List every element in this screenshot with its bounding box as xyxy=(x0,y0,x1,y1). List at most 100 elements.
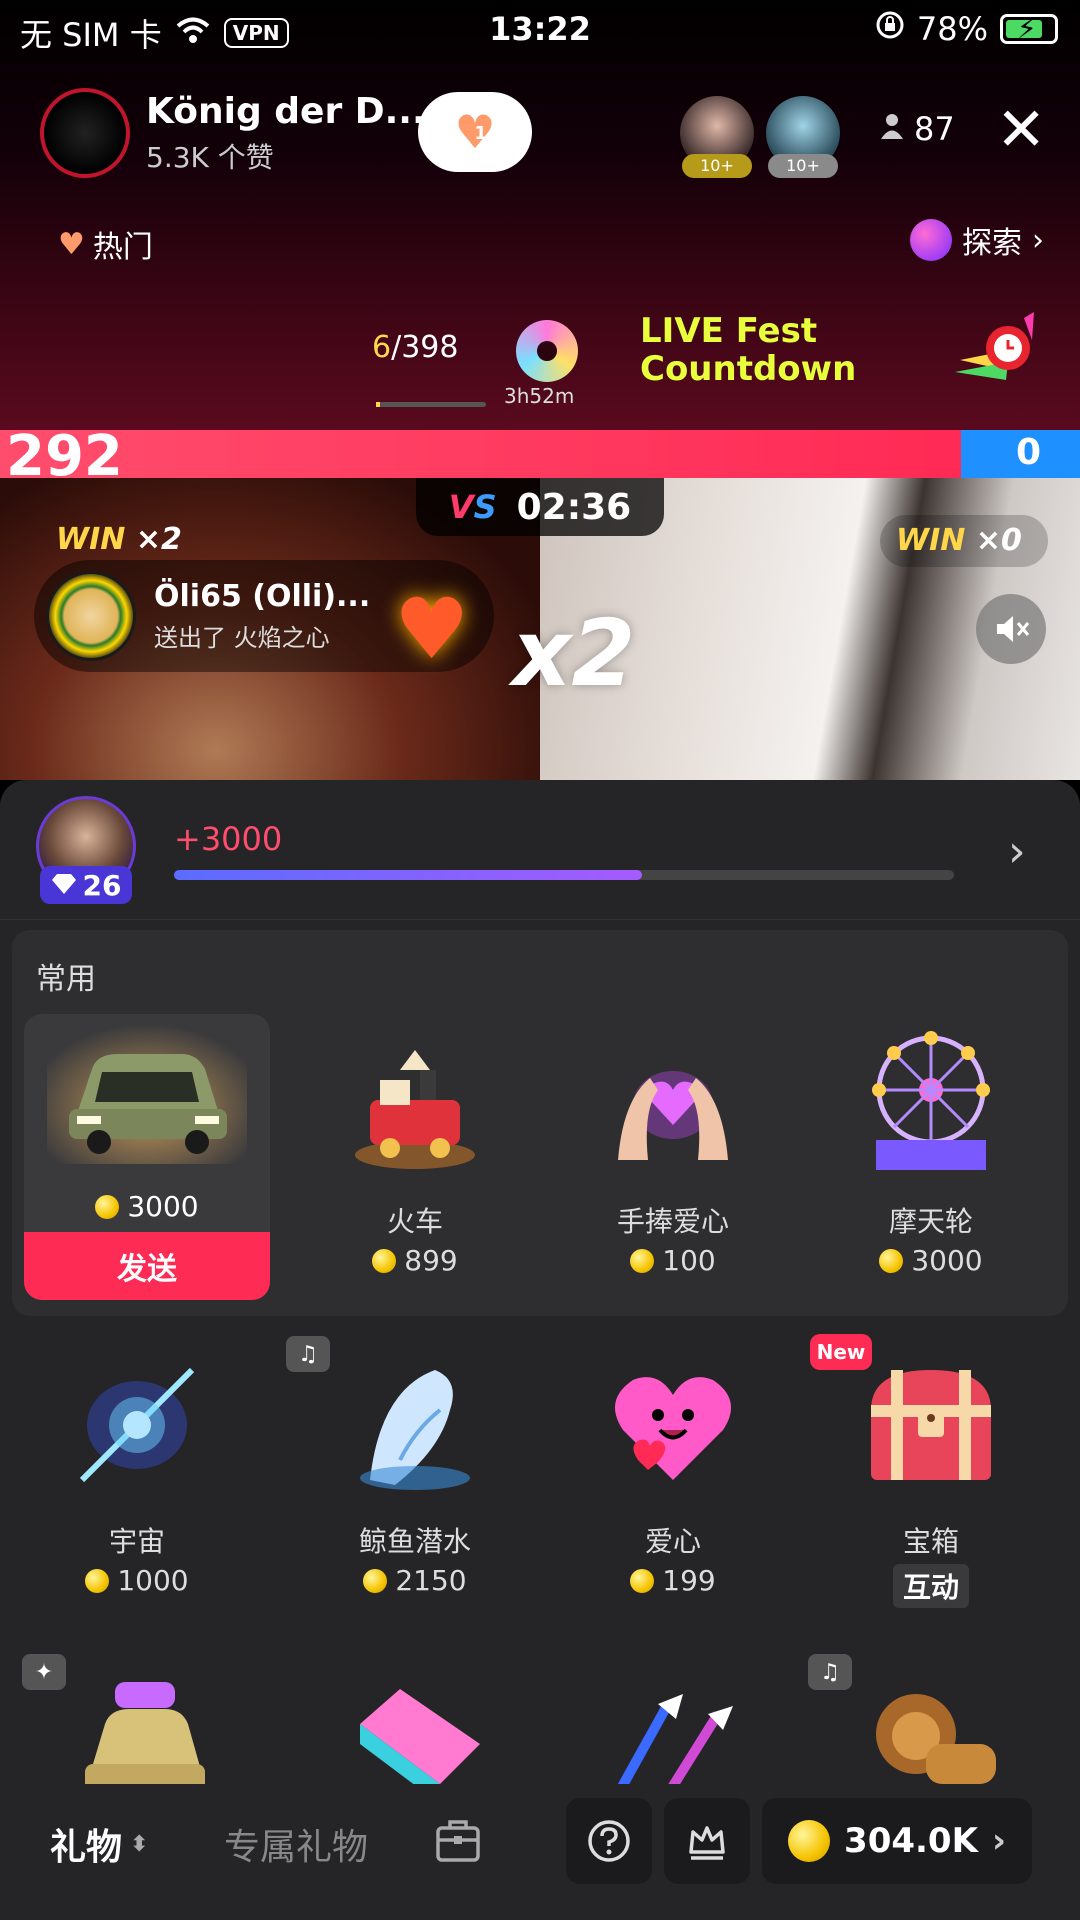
live-fest-banner[interactable]: LIVE Fest Countdown xyxy=(640,312,856,388)
send-button[interactable]: 发送 xyxy=(24,1232,270,1300)
top-viewer-avatar-1[interactable]: 10+ xyxy=(680,96,754,178)
hot-label: 热门 xyxy=(92,230,153,265)
gift-item[interactable] xyxy=(20,1664,270,1784)
gift-multiplier: x2 xyxy=(512,600,636,707)
host-avatar[interactable] xyxy=(40,88,130,178)
pk-timer-text: 02:36 xyxy=(516,486,632,528)
donut-icon[interactable] xyxy=(516,320,578,382)
event-title-line2: Countdown xyxy=(640,349,857,389)
treasure-chest-icon xyxy=(856,1350,1006,1500)
pk-battle-area: 292 0 VS 02:36 WIN ×2 WIN ×0 Öli65 (Olli… xyxy=(0,430,1080,780)
live-header-area: 无 SIM 卡 VPN 13:22 78% ⚡ König der D... 5… xyxy=(0,0,1080,430)
lion-icon xyxy=(856,1664,1006,1784)
gift-price: 899 xyxy=(404,1244,458,1277)
gift-item[interactable]: 宝箱 互动 xyxy=(806,1350,1056,1620)
gift-item[interactable]: 手捧爱心 100 xyxy=(548,1030,798,1300)
gift-box-icon[interactable] xyxy=(432,1814,484,1866)
mute-button[interactable] xyxy=(976,594,1046,664)
gift-name: 宇宙 xyxy=(108,1525,165,1558)
battery-icon: ⚡ xyxy=(1000,12,1058,45)
gift-name: 手捧爱心 xyxy=(616,1205,729,1238)
coin-icon xyxy=(363,1568,388,1593)
jets-icon xyxy=(598,1664,748,1784)
gift-item[interactable] xyxy=(290,1664,540,1784)
gift-item[interactable]: 摩天轮 3000 xyxy=(806,1030,1056,1300)
gift-price: 3000 xyxy=(911,1244,983,1277)
tab-gifts-label: 礼物 xyxy=(50,1827,123,1868)
host-info[interactable]: König der D... 5.3K 个赞 xyxy=(40,88,426,178)
explore-label: 探索 xyxy=(962,226,1022,261)
coin-balance: 304.0K xyxy=(844,1821,978,1861)
flame-heart-icon: ♥ xyxy=(394,580,470,678)
level-value: 26 xyxy=(82,868,122,902)
section-title: 常用 xyxy=(36,962,96,997)
vs-icon: VS xyxy=(448,488,497,526)
suv-car-icon xyxy=(34,1014,260,1174)
close-button[interactable]: ✕ xyxy=(996,100,1046,160)
tab-gifts[interactable]: 礼物 ⬍ xyxy=(50,1818,148,1870)
host-name: König der D... xyxy=(146,90,426,132)
gifter-avatar[interactable] xyxy=(46,571,136,661)
top-viewer-avatar-2[interactable]: 10+ xyxy=(766,96,840,178)
coin-balance-button[interactable]: 304.0K › xyxy=(762,1798,1032,1884)
gift-name: 宝箱 xyxy=(902,1525,959,1558)
follow-button[interactable]: ♥ 1 xyxy=(418,92,532,172)
gifter-message: 送出了 火焰之心 xyxy=(154,624,330,652)
help-button[interactable] xyxy=(566,1798,652,1884)
planet-icon xyxy=(910,219,952,261)
user-level-row[interactable]: 26 +3000 › xyxy=(0,780,1080,920)
viewer-badge-1: 10+ xyxy=(682,154,752,178)
gift-item[interactable]: 火车 899 xyxy=(290,1030,540,1300)
gift-item[interactable]: 爱心 199 xyxy=(548,1350,798,1620)
coin-icon xyxy=(879,1248,904,1273)
pk-score-bar xyxy=(0,430,1080,478)
smiling-heart-icon xyxy=(598,1350,748,1500)
hot-tag[interactable]: ♥ 热门 xyxy=(58,222,153,266)
gift-price: 2150 xyxy=(395,1564,467,1597)
clock-rocket-icon[interactable] xyxy=(950,310,1040,390)
ranking-position[interactable]: 6/398 xyxy=(372,330,458,365)
gift-name: 摩天轮 xyxy=(888,1205,973,1238)
coin-icon xyxy=(85,1568,110,1593)
win-streak-left: WIN ×2 xyxy=(56,522,182,557)
explore-button[interactable]: 探索 › xyxy=(910,218,1044,262)
coin-icon xyxy=(95,1194,120,1219)
gift-panel-bottom-bar: 礼物 ⬍ 专属礼物 304.0K › xyxy=(0,1784,1080,1920)
heart-icon: ♥ xyxy=(58,226,85,262)
gift-price: 1000 xyxy=(117,1564,189,1597)
interactive-tag: 互动 xyxy=(892,1564,969,1608)
viewer-count[interactable]: 87 xyxy=(880,110,955,148)
chevron-right-icon: › xyxy=(991,1821,1006,1861)
gift-name: 火车 xyxy=(386,1205,443,1238)
selected-gift-card[interactable]: 3000 发送 xyxy=(24,1014,270,1300)
battery-percent: 78% xyxy=(916,10,988,48)
train-icon xyxy=(340,1030,490,1180)
coin-icon xyxy=(788,1820,831,1862)
win-streak-right: WIN ×0 xyxy=(880,515,1048,567)
diamond-icon xyxy=(51,869,77,902)
event-title-line1: LIVE Fest xyxy=(640,311,818,351)
gifter-name: Öli65 (Olli)... xyxy=(154,579,371,614)
gift-name: 爱心 xyxy=(644,1525,701,1558)
gift-name: 鲸鱼潜水 xyxy=(358,1525,471,1558)
tab-exclusive-gifts[interactable]: 专属礼物 xyxy=(224,1818,368,1870)
chevron-right-icon[interactable]: › xyxy=(1008,826,1026,877)
win-label-right: WIN xyxy=(896,523,966,558)
selected-gift-price: 3000 xyxy=(127,1190,199,1223)
person-icon xyxy=(880,110,904,148)
gift-item[interactable] xyxy=(548,1664,798,1784)
loaded-car-icon xyxy=(70,1664,220,1784)
follow-count: 1 xyxy=(474,123,487,144)
gift-panel: 26 +3000 › 常用 3000 发送 火车 899 手捧爱心 100 摩天… xyxy=(0,780,1080,1920)
vip-button[interactable] xyxy=(664,1798,750,1884)
gift-item[interactable] xyxy=(806,1664,1056,1784)
gift-item[interactable]: 鲸鱼潜水 2150 xyxy=(290,1350,540,1620)
tiktok-sign-icon xyxy=(340,1664,490,1784)
pk-timer: VS 02:36 xyxy=(416,478,664,536)
rank-progress-bar xyxy=(376,402,486,407)
frequent-gifts-section: 常用 3000 发送 火车 899 手捧爱心 100 摩天轮 3000 xyxy=(12,930,1068,1316)
gift-price: 199 xyxy=(662,1564,716,1597)
gift-item[interactable]: 宇宙 1000 xyxy=(12,1350,262,1620)
gift-price: 100 xyxy=(662,1244,716,1277)
galaxy-icon xyxy=(62,1350,212,1500)
